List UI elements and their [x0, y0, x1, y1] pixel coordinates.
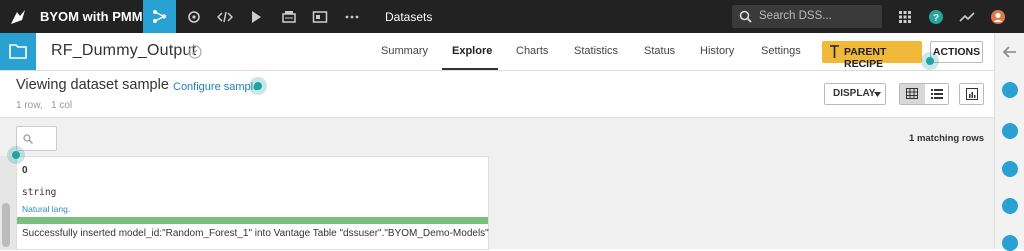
list-view-icon[interactable]	[931, 88, 943, 99]
chart-view-button[interactable]	[959, 83, 984, 105]
dashboard-icon[interactable]	[312, 9, 328, 25]
activity-icon[interactable]	[959, 9, 975, 25]
configure-sample-link[interactable]: Configure sample	[173, 81, 259, 93]
hint-dot-configure[interactable]	[249, 77, 267, 95]
dataset-name: RF_Dummy_Output	[51, 42, 197, 59]
add-icon[interactable]	[1002, 82, 1018, 98]
sample-title: Viewing dataset sample	[16, 77, 169, 93]
info-icon[interactable]	[1002, 123, 1018, 139]
tab-history[interactable]: History	[700, 45, 734, 57]
sample-dimensions: 1 row, 1 col	[16, 100, 72, 111]
apps-grid-icon[interactable]	[897, 9, 913, 25]
column-0[interactable]: 0 string Natural lang. Successfully inse…	[16, 156, 489, 250]
vertical-scrollbar[interactable]	[2, 203, 10, 247]
rows-label: row,	[24, 100, 43, 111]
active-tab-indicator	[442, 68, 498, 70]
flow-icon	[153, 10, 166, 23]
discussions-icon[interactable]	[1002, 198, 1018, 214]
hint-dot-actions[interactable]	[921, 52, 939, 70]
parent-recipe-label: PARENT RECIPE	[844, 46, 887, 70]
display-label: DISPLAY	[833, 88, 876, 99]
table-icon	[906, 88, 918, 99]
column-type[interactable]: string	[22, 187, 56, 198]
dataset-folder-button[interactable]	[0, 33, 36, 70]
filter-search-input[interactable]	[16, 126, 57, 151]
global-search[interactable]: Search DSS...	[732, 5, 882, 28]
cols-label: col	[59, 100, 73, 111]
data-grid-area: 1 matching rows 0 string Natural lang. S…	[0, 117, 994, 250]
tab-charts[interactable]: Charts	[516, 45, 548, 57]
cols-count: 1	[51, 100, 57, 111]
tab-statistics[interactable]: Statistics	[574, 45, 618, 57]
top-navbar: BYOM with PMML Datasets Search DSS... ?	[0, 0, 1024, 33]
flow-button[interactable]	[143, 0, 176, 33]
play-icon[interactable]	[248, 9, 264, 25]
dataset-header: RF_Dummy_Output Summary Explore Charts S…	[0, 33, 994, 71]
section-title: Datasets	[385, 10, 433, 24]
user-avatar-icon[interactable]	[990, 9, 1006, 25]
recipe-icon	[830, 45, 839, 58]
matching-rows-count: 1 matching rows	[909, 133, 984, 144]
more-icon[interactable]	[344, 9, 360, 25]
collapse-arrow-icon[interactable]	[1003, 45, 1017, 59]
right-sidebar	[994, 33, 1024, 251]
search-icon	[23, 134, 33, 144]
svg-text:?: ?	[933, 13, 939, 24]
help-icon[interactable]: ?	[928, 9, 944, 25]
column-name[interactable]: 0	[22, 165, 28, 176]
hint-dot-filter[interactable]	[7, 146, 25, 164]
column-meaning[interactable]: Natural lang.	[22, 204, 70, 214]
recipes-icon[interactable]	[186, 9, 202, 25]
tab-settings[interactable]: Settings	[761, 45, 801, 57]
rows-count: 1	[16, 100, 22, 111]
table-cell[interactable]: Successfully inserted model_id:"Random_F…	[22, 228, 489, 239]
chart-icon	[966, 88, 978, 100]
tab-status[interactable]: Status	[644, 45, 675, 57]
display-dropdown[interactable]: DISPLAY	[824, 83, 886, 105]
edit-icon[interactable]	[188, 45, 202, 59]
project-name[interactable]: BYOM with PMML	[40, 9, 151, 24]
sample-header: Viewing dataset sample Configure sample …	[0, 71, 994, 117]
tab-explore[interactable]: Explore	[452, 45, 492, 57]
bird-logo-icon[interactable]	[8, 6, 30, 28]
table-view-button[interactable]	[900, 84, 925, 104]
tab-summary[interactable]: Summary	[381, 45, 428, 57]
lab-icon[interactable]	[1002, 161, 1018, 177]
jobs-icon[interactable]	[281, 9, 297, 25]
validity-bar	[17, 217, 488, 224]
folder-icon	[9, 44, 27, 59]
search-icon	[739, 10, 752, 23]
search-placeholder: Search DSS...	[759, 10, 832, 22]
view-mode-toggle	[899, 83, 949, 105]
chevron-down-icon	[874, 92, 881, 97]
code-icon[interactable]	[217, 9, 233, 25]
parent-recipe-button[interactable]: PARENT RECIPE	[822, 41, 922, 70]
